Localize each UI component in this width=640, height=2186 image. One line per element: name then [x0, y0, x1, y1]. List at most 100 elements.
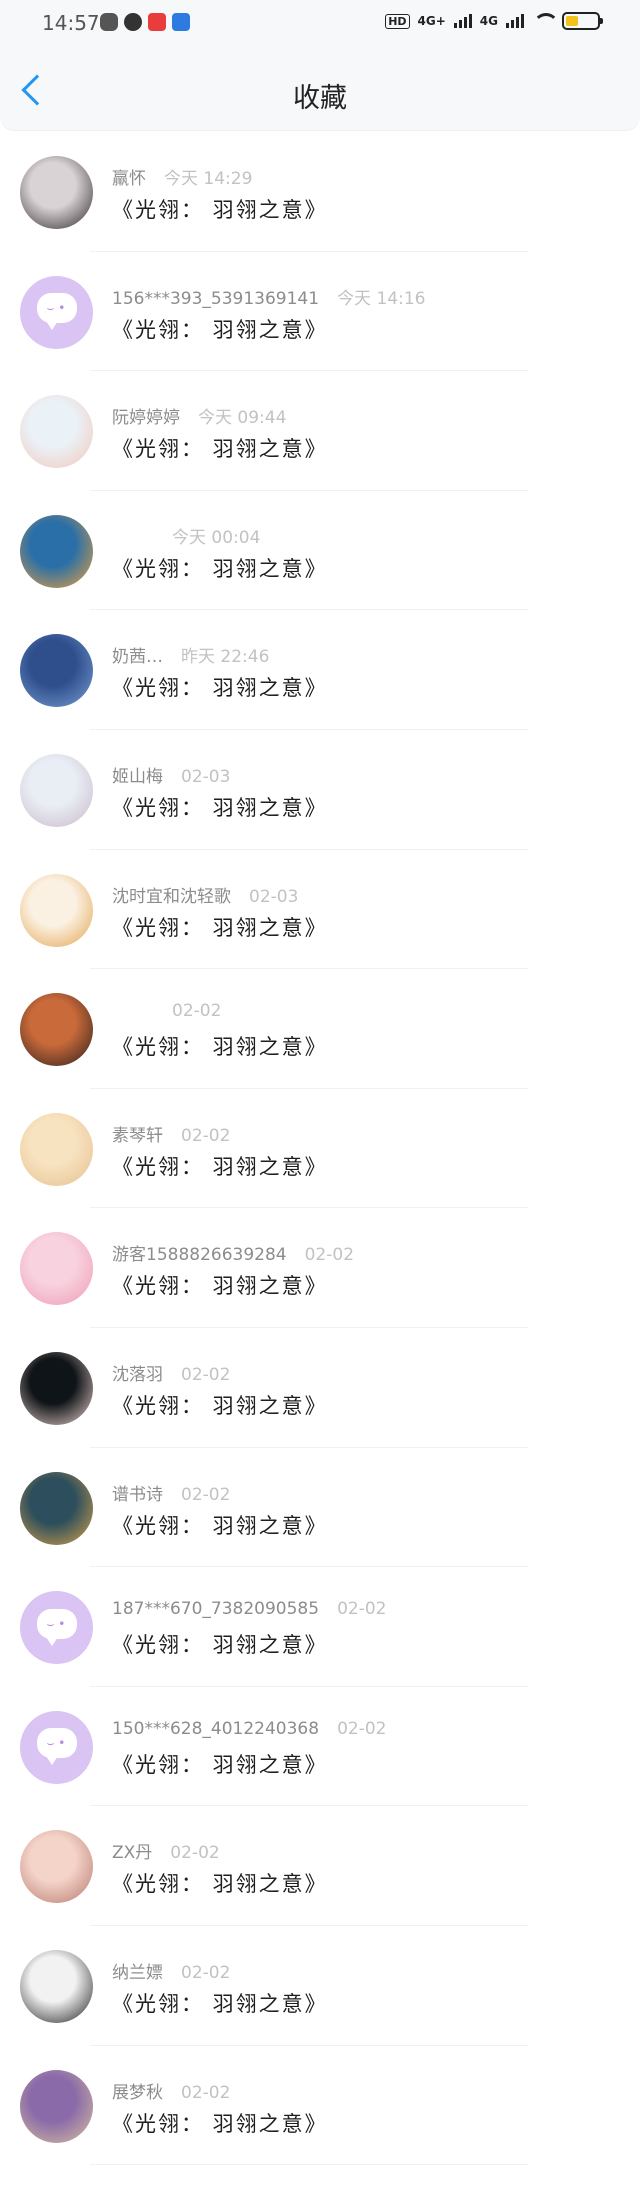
list-item[interactable]: 羸怀 今天 14:29 《光翎： 羽翎之意》 [0, 132, 640, 252]
timestamp: 02-02 [181, 1484, 231, 1505]
item-meta: 奶茜… 昨天 22:46 [112, 642, 269, 667]
avatar[interactable] [20, 1471, 93, 1545]
item-meta: 游客1588826639284 02-02 [112, 1240, 354, 1265]
nickname: 阮婷婷婷 [112, 408, 180, 429]
avatar[interactable] [20, 753, 93, 827]
nickname: 纳兰嫖 [112, 1962, 163, 1983]
status-bar: 14:57 HD 4G+ 4G [0, 0, 640, 48]
avatar[interactable] [20, 395, 93, 469]
list-item[interactable]: ⌣ • 156***393_5391369141 今天 14:16 《光翎： 羽翎之意… [0, 252, 640, 372]
nickname: 187***670_7382090585 [112, 1599, 320, 1620]
nickname: 156***393_5391369141 [112, 288, 320, 309]
item-meta: 素琴轩 02-02 [112, 1121, 230, 1146]
list-item[interactable]: 姬山梅 02-03 《光翎： 羽翎之意》 [0, 730, 640, 850]
item-meta: 沈时宜和沈轻歌 02-03 [112, 882, 298, 907]
list-item[interactable]: 展梦秋 02-02 《光翎： 羽翎之意》 [0, 2046, 640, 2166]
timestamp: 02-02 [181, 1125, 231, 1146]
timestamp: 02-03 [181, 766, 231, 787]
divider [90, 2164, 528, 2166]
nickname: 羸怀 [112, 169, 146, 189]
avatar[interactable] [20, 873, 93, 947]
system-status: HD 4G+ 4G [385, 12, 603, 30]
item-meta: 150***628_4012240368 02-02 [112, 1719, 386, 1739]
item-meta: 阮婷婷婷 今天 09:44 [112, 403, 286, 428]
list-item[interactable]: 阮婷婷婷 今天 09:44 《光翎： 羽翎之意》 [0, 371, 640, 491]
list-item[interactable]: 02-02 《光翎： 羽翎之意》 [0, 969, 640, 1089]
signal-icon-2 [506, 14, 524, 28]
top-bar: 14:57 HD 4G+ 4G 收藏 [0, 0, 640, 131]
timestamp: 02-02 [170, 1843, 220, 1864]
page-title: 收藏 [293, 83, 347, 114]
book-title: 《光翎： 羽翎之意》 [112, 1513, 328, 1538]
book-title: 《光翎： 羽翎之意》 [112, 1154, 328, 1179]
book-title: 《光翎： 羽翎之意》 [112, 556, 328, 581]
battery-level [566, 16, 578, 26]
avatar[interactable] [20, 2069, 93, 2143]
game-controller-icon [100, 13, 118, 31]
list-item[interactable]: ⌣ • 150***628_4012240368 02-02 《光翎： 羽翎之意》 [0, 1687, 640, 1807]
timestamp: 02-02 [181, 2082, 231, 2103]
list-item[interactable]: 游客1588826639284 02-02 《光翎： 羽翎之意》 [0, 1208, 640, 1328]
timestamp: 今天 14:29 [164, 169, 253, 189]
book-title: 《光翎： 羽翎之意》 [112, 437, 328, 462]
list-item[interactable]: 今天 00:04 《光翎： 羽翎之意》 [0, 491, 640, 611]
avatar[interactable] [20, 634, 93, 708]
book-title: 《光翎： 羽翎之意》 [112, 1633, 328, 1658]
item-meta: 展梦秋 02-02 [112, 2078, 230, 2103]
book-title: 《光翎： 羽翎之意》 [112, 795, 328, 820]
list-item[interactable]: ⌣ • 187***670_7382090585 02-02 《光翎： 羽翎之意》 [0, 1567, 640, 1687]
item-meta: ZX丹 02-02 [112, 1838, 220, 1863]
list-item[interactable]: ZX丹 02-02 《光翎： 羽翎之意》 [0, 1806, 640, 1926]
chat-bubble-icon: ⌣ • [36, 293, 77, 331]
timestamp: 02-02 [172, 1001, 222, 1022]
network-label-2: 4G [479, 14, 498, 28]
book-title: 《光翎： 羽翎之意》 [112, 1274, 328, 1299]
avatar[interactable]: ⌣ • [20, 1591, 93, 1665]
avatar[interactable] [20, 1232, 93, 1306]
list-item[interactable]: 谱书诗 02-02 《光翎： 羽翎之意》 [0, 1448, 640, 1568]
nickname: 150***628_4012240368 [112, 1718, 320, 1739]
item-meta: 纳兰嫖 02-02 [112, 1958, 230, 1983]
nickname: 沈落羽 [112, 1364, 163, 1385]
list-item[interactable]: 奶茜… 昨天 22:46 《光翎： 羽翎之意》 [0, 610, 640, 730]
nickname: ZX丹 [112, 1843, 153, 1864]
avatar[interactable]: ⌣ • [20, 1710, 93, 1784]
avatar[interactable] [20, 514, 93, 588]
list-item[interactable]: 素琴轩 02-02 《光翎： 羽翎之意》 [0, 1089, 640, 1209]
item-meta: 羸怀 今天 14:29 [112, 164, 252, 189]
avatar[interactable] [20, 993, 93, 1067]
notification-icons [100, 13, 190, 31]
timestamp: 02-02 [181, 1962, 231, 1983]
favorites-list: 羸怀 今天 14:29 《光翎： 羽翎之意》 ⌣ • 156***393_5391369… [0, 132, 640, 2166]
timestamp: 02-03 [249, 886, 299, 907]
item-meta: 02-02 [112, 1001, 221, 1021]
list-item[interactable]: 沈时宜和沈轻歌 02-03 《光翎： 羽翎之意》 [0, 850, 640, 970]
avatar[interactable] [20, 1112, 93, 1186]
avatar[interactable] [20, 1351, 93, 1425]
blue-app-icon [172, 13, 190, 31]
nickname: 姬山梅 [112, 766, 163, 787]
book-title: 《光翎： 羽翎之意》 [112, 1872, 328, 1897]
list-item[interactable]: 沈落羽 02-02 《光翎： 羽翎之意》 [0, 1328, 640, 1448]
hd-voice-icon: HD [385, 13, 410, 29]
chat-bubble-icon: ⌣ • [36, 1608, 77, 1646]
book-title: 《光翎： 羽翎之意》 [112, 1035, 328, 1060]
item-meta: 今天 00:04 [112, 523, 260, 548]
item-meta: 谱书诗 02-02 [112, 1480, 230, 1505]
list-item[interactable]: 纳兰嫖 02-02 《光翎： 羽翎之意》 [0, 1926, 640, 2046]
timestamp: 02-02 [337, 1599, 387, 1620]
timestamp: 今天 00:04 [172, 527, 261, 548]
timestamp: 今天 14:16 [337, 288, 426, 309]
status-time: 14:57 [42, 11, 100, 35]
avatar[interactable] [20, 1830, 93, 1904]
book-title: 《光翎： 羽翎之意》 [112, 198, 328, 222]
avatar[interactable]: ⌣ • [20, 275, 93, 349]
wifi-icon [532, 13, 559, 29]
avatar[interactable] [20, 1949, 93, 2023]
avatar[interactable] [20, 156, 93, 229]
timestamp: 02-02 [337, 1718, 387, 1739]
timestamp: 02-02 [181, 1364, 231, 1385]
book-title: 《光翎： 羽翎之意》 [112, 1752, 328, 1777]
item-meta: 156***393_5391369141 今天 14:16 [112, 284, 425, 309]
item-meta: 姬山梅 02-03 [112, 762, 230, 787]
